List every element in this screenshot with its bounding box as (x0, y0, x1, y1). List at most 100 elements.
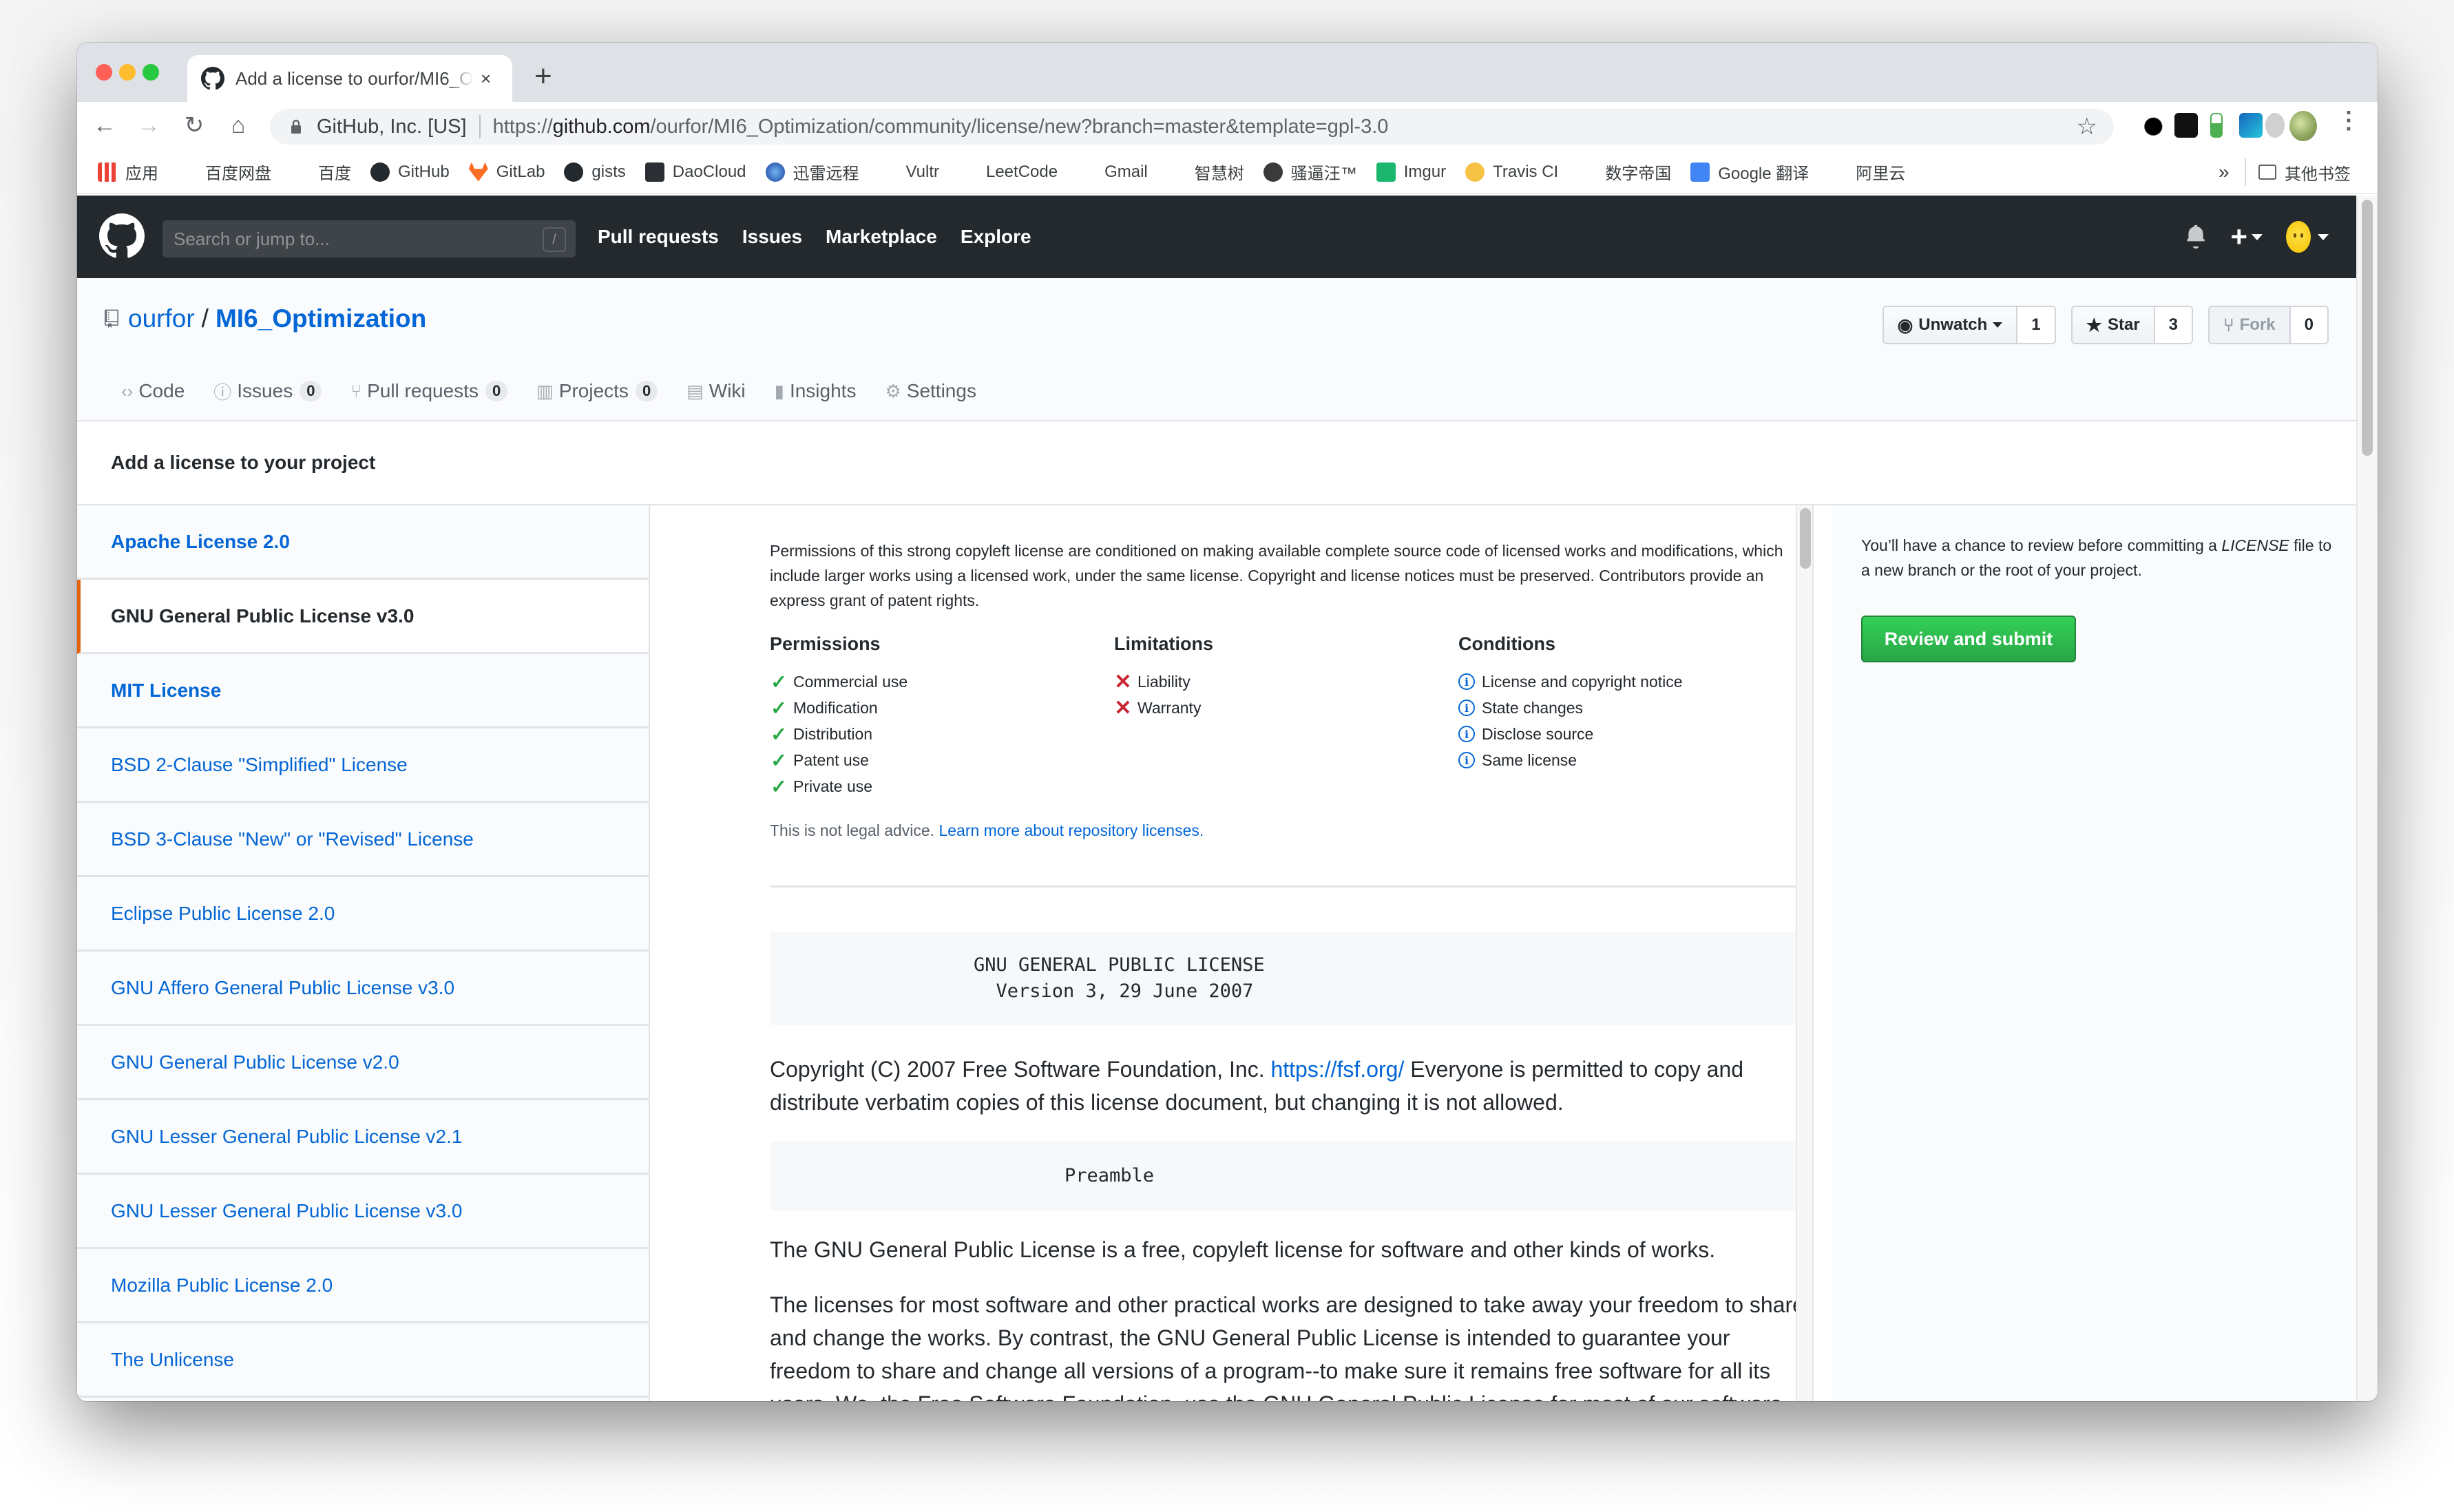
repo-tab-projects[interactable]: ▥ Projects 0 (520, 369, 670, 420)
browser-menu-icon[interactable]: ⋮ (2337, 109, 2360, 132)
bookmark-item[interactable]: 数字帝国 (1577, 160, 1671, 184)
unwatch-button[interactable]: ◉ Unwatch (1883, 307, 2018, 343)
license-item[interactable]: GNU Affero General Public License v3.0 (77, 952, 649, 1026)
repo-tab-counter: 0 (300, 381, 322, 401)
stargazers-count[interactable]: 3 (2154, 307, 2192, 343)
star-button[interactable]: ★ Star (2072, 307, 2155, 343)
bookmark-item[interactable]: 百度网盘 (178, 160, 271, 184)
repo-tab-settings[interactable]: ⚙ Settings (868, 369, 988, 420)
license-item[interactable]: BSD 3-Clause "New" or "Revised" License (77, 803, 649, 877)
new-tab-button[interactable]: + (534, 59, 552, 94)
watch-button-group: ◉ Unwatch 1 (1882, 306, 2056, 344)
bookmark-item[interactable]: 迅雷远程 (765, 160, 859, 184)
bookmark-item[interactable]: Gmail (1077, 162, 1148, 182)
license-item[interactable]: MIT License (77, 654, 649, 728)
license-item[interactable]: Apache License 2.0 (77, 505, 649, 580)
bookmark-item[interactable]: LeetCode (958, 162, 1058, 182)
repo-tab-pull-requests[interactable]: ⑂ Pull requests 0 (334, 369, 520, 420)
tampermonkey-icon[interactable] (2174, 113, 2198, 138)
hex-gray-icon[interactable] (2265, 113, 2285, 138)
repo-owner-link[interactable]: ourfor (128, 304, 195, 333)
license-item[interactable]: Eclipse Public License 2.0 (77, 877, 649, 952)
bookmark-item[interactable]: 智慧树 (1167, 160, 1244, 184)
info-icon: i (1458, 726, 1475, 742)
review-and-submit-button[interactable]: Review and submit (1861, 616, 2076, 662)
repo-tab-wiki[interactable]: ▤ Wiki (670, 369, 757, 420)
browser-tab-active[interactable]: Add a license to ourfor/MI6_Optimization… (187, 55, 512, 102)
github-favicon-icon (201, 67, 224, 90)
github-search-input[interactable] (174, 228, 532, 250)
fsf-link[interactable]: https://fsf.org/ (1270, 1057, 1404, 1082)
bookmark-item[interactable]: 骚逼汪™ (1263, 160, 1357, 184)
github-icon (564, 162, 584, 182)
address-bar[interactable]: GitHub, Inc. [US] https://github.com/our… (270, 109, 2114, 145)
reload-icon[interactable]: ↻ (180, 112, 208, 139)
learn-more-link[interactable]: Learn more about repository licenses. (938, 821, 1204, 839)
preamble-block: Preamble (770, 1141, 1806, 1211)
url-scheme: https:// (492, 115, 553, 138)
repo-name-link[interactable]: MI6_Optimization (216, 304, 426, 333)
forward-icon[interactable]: → (135, 112, 162, 139)
info-icon: i (1458, 673, 1475, 690)
bookmark-star-icon[interactable]: ☆ (2077, 113, 2097, 140)
profile-avatar[interactable] (2289, 111, 2317, 141)
create-new-caret-icon[interactable] (2252, 233, 2263, 240)
repo-tab-insights[interactable]: ▮ Insights (758, 369, 869, 420)
bookmark-item[interactable]: DaoCloud (644, 162, 746, 182)
bookmark-label: LeetCode (985, 162, 1058, 181)
license-item[interactable]: GNU General Public License v2.0 (77, 1026, 649, 1100)
bookmark-item[interactable]: GitHub (370, 162, 450, 182)
license-item[interactable]: The Unlicense (77, 1323, 649, 1398)
license-preview-scrollbar[interactable] (1796, 505, 1814, 1401)
bookmark-item[interactable]: Imgur (1376, 162, 1446, 182)
gnome-foot-icon[interactable] (2143, 113, 2166, 138)
license-preview-scroll-thumb[interactable] (1800, 508, 1811, 569)
license-item[interactable]: GNU Lesser General Public License v3.0 (77, 1175, 649, 1249)
user-avatar[interactable] (2286, 221, 2311, 253)
bookmark-item[interactable]: 阿里云 (1828, 160, 1905, 184)
other-bookmarks-folder[interactable]: 其他书签 (2258, 150, 2351, 194)
watchers-count[interactable]: 1 (2017, 307, 2055, 343)
page-scrollbar[interactable] (2356, 196, 2378, 1401)
notifications-bell-icon[interactable] (2185, 225, 2207, 249)
gitlab-icon (468, 162, 488, 182)
nav-issues[interactable]: Issues (742, 226, 802, 248)
bookmark-item[interactable]: Travis CI (1465, 162, 1558, 182)
create-new-icon[interactable]: + (2230, 220, 2247, 253)
permissions-item: ✓ Distribution (770, 721, 1114, 747)
repo-tab-code[interactable]: ‹› Code (105, 369, 197, 420)
transfer-blue-icon[interactable] (2239, 113, 2263, 138)
forks-count[interactable]: 0 (2290, 307, 2327, 343)
bookmark-item[interactable]: 应用 (98, 160, 158, 184)
bookmark-item[interactable]: Vultr (879, 162, 939, 182)
bookmark-item[interactable]: 百度 (291, 160, 351, 184)
bookmark-item[interactable]: gists (564, 162, 626, 182)
repo-tab-issues[interactable]: ⓘ Issues 0 (197, 369, 334, 420)
home-icon[interactable]: ⌂ (224, 112, 252, 139)
tab-close-icon[interactable]: × (481, 68, 491, 90)
bookmark-item[interactable]: GitLab (468, 162, 545, 182)
license-item[interactable]: Mozilla Public License 2.0 (77, 1249, 649, 1323)
nav-explore[interactable]: Explore (961, 226, 1031, 248)
user-menu-caret-icon[interactable] (2318, 233, 2329, 240)
nav-pull-requests[interactable]: Pull requests (598, 226, 719, 248)
close-window-button[interactable] (96, 64, 112, 81)
bookmarks-overflow-button[interactable]: » (2219, 161, 2230, 183)
license-filename: LICENSE (2221, 536, 2289, 554)
back-icon[interactable]: ← (91, 112, 118, 139)
license-item[interactable]: GNU Lesser General Public License v2.1 (77, 1100, 649, 1175)
maximize-window-button[interactable] (143, 64, 159, 81)
license-item[interactable]: BSD 2-Clause "Simplified" License (77, 728, 649, 803)
page-scroll-thumb[interactable] (2362, 200, 2373, 456)
bookmark-item[interactable]: Google 翻译 (1690, 160, 1809, 184)
fork-button[interactable]: ⑂ Fork (2210, 307, 2291, 343)
bookmark-label: 百度 (318, 165, 351, 183)
download-green-icon[interactable] (2210, 113, 2223, 138)
github-logo-icon[interactable] (99, 213, 145, 259)
minimize-window-button[interactable] (119, 64, 136, 81)
license-header-line2: Version 3, 29 June 2007 (974, 980, 1254, 1002)
daocloud-icon (644, 162, 664, 182)
license-item-selected[interactable]: GNU General Public License v3.0 (77, 580, 649, 654)
rule-label: Private use (793, 777, 873, 795)
nav-marketplace[interactable]: Marketplace (826, 226, 937, 248)
